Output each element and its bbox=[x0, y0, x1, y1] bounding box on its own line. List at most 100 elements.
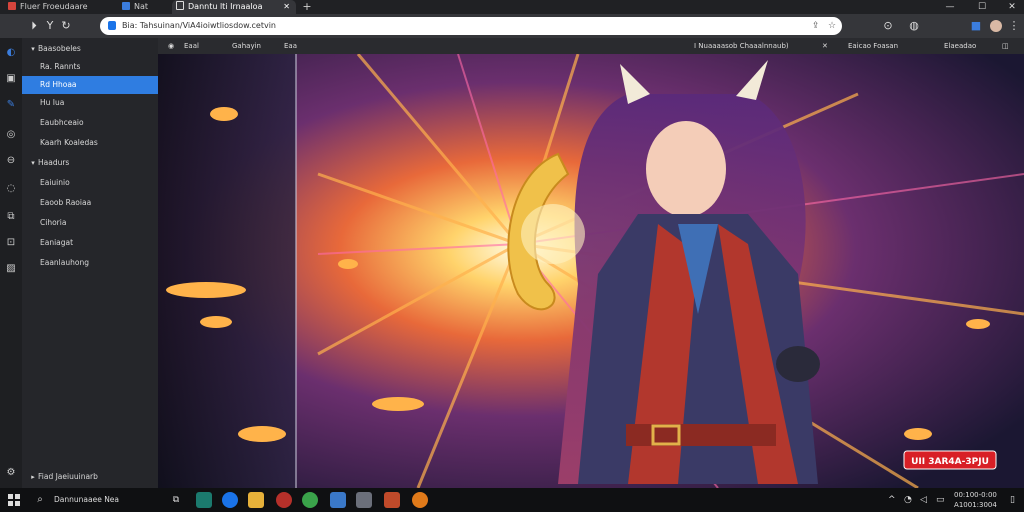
sidebar-footer[interactable]: ▸ Fiad Jaeiuuinarb bbox=[22, 468, 164, 486]
tree-group-1-label: Baasobeles bbox=[38, 44, 81, 53]
games-icon[interactable]: ⊡ bbox=[4, 236, 18, 250]
settings-gear-icon[interactable]: ⚙ bbox=[4, 466, 18, 480]
main-image-viewer: UII 3AR4A-3PJU bbox=[158, 54, 1024, 488]
bookmark-star-icon[interactable]: ☆ bbox=[828, 18, 836, 34]
lock-icon bbox=[108, 21, 116, 30]
settings-icon[interactable] bbox=[356, 492, 372, 508]
extensions-icon[interactable]: ⊙ bbox=[880, 18, 896, 34]
content-toolbar: ◉ Eaal Gahayin Eaa I Nuaaaasob Chaaalnna… bbox=[158, 38, 1024, 54]
tree-item-selected[interactable]: Rd Hhoaa bbox=[22, 76, 158, 94]
tree-item-label: Rd Hhoaa bbox=[40, 80, 77, 89]
tray-chevron-icon[interactable]: ^ bbox=[888, 488, 896, 512]
app-icon bbox=[8, 2, 16, 10]
minimize-button[interactable]: — bbox=[938, 0, 962, 14]
clock[interactable]: 00:100-0:00 A1001:3004 bbox=[954, 490, 997, 510]
sidebar-footer-label: Fiad Jaeiuuinarb bbox=[38, 472, 98, 481]
history-icon[interactable]: ◎ bbox=[4, 128, 18, 142]
tree-item-label: Kaarh Koaledas bbox=[40, 138, 98, 147]
tab-3-active[interactable]: Danntu lti Irnaaloa ✕ bbox=[172, 0, 296, 14]
subbar-item-5[interactable]: Eaicao Foasan bbox=[848, 38, 898, 54]
tree-item[interactable]: Eaubhceaio bbox=[22, 114, 158, 132]
chrome-icon[interactable] bbox=[302, 492, 318, 508]
subbar-item-1[interactable]: Eaal bbox=[184, 38, 199, 54]
taskbar-search-field[interactable]: Dannunaaee Nea bbox=[54, 488, 119, 512]
page-icon bbox=[176, 1, 184, 10]
store-icon[interactable] bbox=[196, 492, 212, 508]
subbar-item-2[interactable]: Gahayin bbox=[232, 38, 261, 54]
new-tab-button[interactable]: + bbox=[300, 0, 314, 14]
menu-icon[interactable]: ⋮ bbox=[1006, 18, 1022, 34]
tree-item[interactable]: Eaniagat bbox=[22, 234, 158, 252]
subbar-item-3[interactable]: Eaa bbox=[284, 38, 297, 54]
edge-browser-icon[interactable] bbox=[222, 492, 238, 508]
close-window-button[interactable]: ✕ bbox=[1000, 0, 1024, 14]
tab-2[interactable]: Nat bbox=[118, 0, 170, 14]
tree-item-label: Ra. Rannts bbox=[40, 62, 81, 71]
file-explorer-icon[interactable] bbox=[248, 492, 264, 508]
search-icon[interactable]: ⌕ bbox=[32, 492, 48, 508]
reload-icon[interactable]: ↻ bbox=[58, 18, 74, 34]
avatar[interactable] bbox=[988, 18, 1004, 34]
sidebar-tree: ▾ Baasobeles Ra. Rannts Rd Hhoaa Hu Iua E… bbox=[22, 38, 158, 488]
tree-item[interactable]: Hu Iua bbox=[22, 94, 158, 112]
tree-item[interactable]: Eaoob Raoiaa bbox=[22, 194, 158, 212]
chevron-down-icon: ▾ bbox=[31, 159, 35, 167]
address-bar[interactable]: Bia: Tahsuinan/ViA4ioiwtliosdow.cetvin ⇪… bbox=[100, 17, 842, 35]
browser-toolbar: ⏵ Y ↻ Bia: Tahsuinan/ViA4ioiwtliosdow.ce… bbox=[0, 14, 1024, 38]
tree-item-label: Eaubhceaio bbox=[40, 118, 84, 127]
tree-item-label: Eaniagat bbox=[40, 238, 74, 247]
close-tab-icon[interactable]: ✕ bbox=[283, 0, 290, 14]
tree-item-label: Hu Iua bbox=[40, 98, 65, 107]
tree-item-label: Eaanlauhong bbox=[40, 258, 89, 267]
profile-sync-icon[interactable]: ◍ bbox=[906, 18, 922, 34]
subbar-item-4[interactable]: I Nuaaaasob Chaaalnnaub) bbox=[694, 38, 789, 54]
edit-icon[interactable]: ✎ bbox=[4, 98, 18, 112]
tab-1-label: Fluer Froeudaare bbox=[20, 2, 88, 11]
maximize-button[interactable]: ☐ bbox=[970, 0, 994, 14]
app-icon[interactable] bbox=[276, 492, 292, 508]
chevron-right-icon: ▸ bbox=[31, 473, 35, 481]
more-icon[interactable]: ◫ bbox=[1002, 38, 1009, 54]
task-view-icon[interactable]: ⧉ bbox=[168, 492, 184, 508]
tree-item[interactable]: Ra. Rannts bbox=[22, 58, 158, 76]
artwork-badge: UII 3AR4A-3PJU bbox=[911, 457, 989, 467]
media-icon[interactable]: ▨ bbox=[4, 262, 18, 276]
tree-item[interactable]: Cihoria bbox=[22, 214, 158, 232]
url-text: Bia: Tahsuinan/ViA4ioiwtliosdow.cetvin bbox=[122, 21, 277, 30]
chevron-down-icon: ▾ bbox=[31, 45, 35, 53]
tab-3-label: Danntu lti Irnaaloa bbox=[188, 2, 263, 11]
share-icon[interactable]: ⇪ bbox=[812, 18, 820, 34]
tree-item[interactable]: Kaarh Koaledas bbox=[22, 134, 158, 152]
left-rail: ◐ ▣ ✎ ◎ ⊖ ◌ ⧉ ⊡ ▨ ⚙ bbox=[0, 38, 22, 488]
firefox-icon[interactable] bbox=[412, 492, 428, 508]
mail-icon[interactable] bbox=[330, 492, 346, 508]
forward-icon[interactable]: Y bbox=[42, 18, 58, 34]
tab-1[interactable]: Fluer Froeudaare bbox=[4, 0, 116, 14]
tree-item[interactable]: Eaiuinio bbox=[22, 174, 158, 192]
windows-start-icon[interactable] bbox=[6, 492, 22, 508]
tree-group-1[interactable]: ▾ Baasobeles bbox=[22, 40, 164, 58]
battery-icon[interactable]: ▭ bbox=[936, 488, 945, 512]
tree-group-2[interactable]: ▾ Haadurs bbox=[22, 154, 164, 172]
tree-item-label: Eaiuinio bbox=[40, 178, 70, 187]
volume-icon[interactable]: ◁ bbox=[920, 488, 927, 512]
tab-strip: Fluer Froeudaare Nat Danntu lti Irnaaloa… bbox=[0, 0, 1024, 14]
close-icon[interactable]: ✕ bbox=[822, 38, 828, 54]
home-icon[interactable]: ◐ bbox=[4, 46, 18, 60]
clock-date: A1001:3004 bbox=[954, 501, 997, 509]
network-icon[interactable]: ◔ bbox=[904, 488, 912, 512]
shield-icon[interactable]: ■ bbox=[968, 18, 984, 34]
clock-time: 00:100-0:00 bbox=[954, 491, 997, 499]
tree-group-2-label: Haadurs bbox=[38, 158, 70, 167]
circle-icon[interactable]: ◉ bbox=[168, 38, 174, 54]
tree-item-label: Eaoob Raoiaa bbox=[40, 198, 92, 207]
back-icon[interactable]: ⏵ bbox=[26, 18, 42, 34]
notifications-icon[interactable]: ▯ bbox=[1010, 488, 1015, 512]
collections-icon[interactable]: ◌ bbox=[4, 182, 18, 196]
downloads-icon[interactable]: ⊖ bbox=[4, 154, 18, 168]
bookmarks-icon[interactable]: ▣ bbox=[4, 72, 18, 86]
photos-icon[interactable] bbox=[384, 492, 400, 508]
tree-item[interactable]: Eaanlauhong bbox=[22, 254, 158, 272]
subbar-item-6[interactable]: Elaeadao bbox=[944, 38, 976, 54]
apps-icon[interactable]: ⧉ bbox=[4, 210, 18, 224]
